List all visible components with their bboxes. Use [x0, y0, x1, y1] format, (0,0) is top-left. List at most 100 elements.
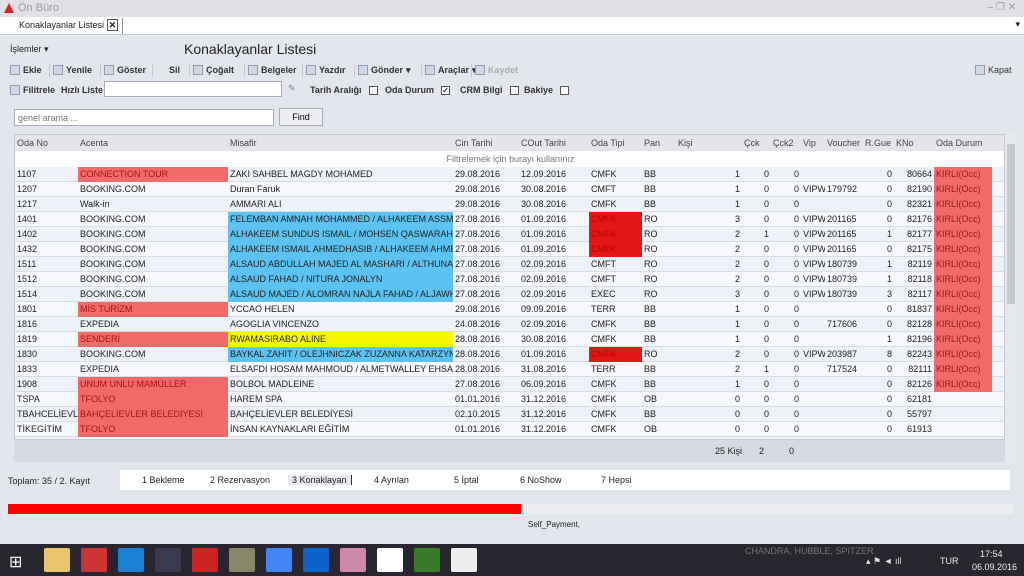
window-controls[interactable]: ‒ ❐ ✕: [988, 2, 1016, 13]
calculator-icon[interactable]: [377, 548, 403, 572]
clock-date[interactable]: 06.09.2016: [972, 562, 1017, 572]
table-row[interactable]: 1107 CONNECTION TOUR ZAKI SAHBEL MAGDY MOH…: [15, 167, 1004, 182]
save-button[interactable]: Kaydet: [475, 63, 518, 77]
language-indicator[interactable]: TUR: [940, 556, 959, 566]
quick-list-select[interactable]: [104, 81, 282, 97]
column-header[interactable]: Oda No: [17, 138, 48, 148]
footer-kisi: 25 Kişi: [714, 446, 742, 456]
tab-konaklayanlar[interactable]: Konaklayanlar Listesi ✕: [3, 18, 124, 34]
status-tab[interactable]: 2 Rezervasyon: [210, 475, 270, 485]
table-row[interactable]: 1511 BOOKING.COM ALSAUD ABDULLAH MAJED AL …: [15, 257, 1004, 272]
access-icon[interactable]: [192, 548, 218, 572]
app-red-icon[interactable]: [81, 548, 107, 572]
column-header[interactable]: Voucher: [827, 138, 860, 148]
column-header[interactable]: Acenta: [80, 138, 108, 148]
cell-oda-tipi: CMFK: [589, 227, 642, 242]
column-header[interactable]: Kişi: [678, 138, 693, 148]
table-row[interactable]: 1512 BOOKING.COM ALSAUD FAHAD / NITURA JON…: [15, 272, 1004, 287]
status-tab[interactable]: 7 Hepsi: [601, 475, 632, 485]
table-row[interactable]: 1801 MİS TURİZM YCCAO HELEN 29.08.2016 09.09…: [15, 302, 1004, 317]
cell-vip: VIPW: [803, 184, 825, 194]
table-row[interactable]: 1908 UNUM UNLU MAMÜLLER BOLBOL MADLEINE 27.…: [15, 377, 1004, 392]
cell--ck2: 0: [793, 334, 799, 344]
snipping-icon[interactable]: [340, 548, 366, 572]
column-header[interactable]: KNo: [896, 138, 914, 148]
camtasia-recorder-icon[interactable]: [451, 548, 477, 572]
table-row[interactable]: TBAHCELİEVL BAHÇELİEVLER BELEDİYESİ BAHÇEL…: [15, 407, 1004, 422]
start-icon[interactable]: ⊞: [9, 552, 22, 572]
cell-voucher: 717606: [827, 319, 858, 329]
status-tab[interactable]: 3 Konaklayan: [288, 475, 352, 485]
column-header[interactable]: Cin Tarihi: [455, 138, 492, 148]
status-tab[interactable]: 4 Ayrılan: [374, 475, 409, 485]
table-row[interactable]: TİKEGİTİM TFOLYO İNSAN KAYNAKLARI EĞİTİM 01…: [15, 422, 1004, 437]
clock-time[interactable]: 17:54: [980, 549, 1003, 559]
table-row[interactable]: 1432 BOOKING.COM ALHAKEEM ISMAIL AHMEDHASI…: [15, 242, 1004, 257]
show-button[interactable]: Göster: [104, 63, 146, 77]
table-row[interactable]: TSPA TFOLYO HAREM SPA 01.01.2016 31.12.2016…: [15, 392, 1004, 407]
table-row[interactable]: 1402 BOOKING.COM ALHAKEEM SUNDUS ISMAIL / …: [15, 227, 1004, 242]
cell-misafir: BOLBOL MADLEINE: [230, 379, 315, 389]
islemler-menu[interactable]: İşlemler ▾: [10, 44, 49, 55]
documents-button[interactable]: Belgeler: [248, 63, 297, 77]
crm-checkbox[interactable]: CRM Bilgi: [460, 83, 519, 97]
crm-check[interactable]: [509, 85, 519, 95]
print-button[interactable]: Yazdır: [306, 63, 346, 77]
status-tab[interactable]: 5 İptal: [454, 475, 479, 485]
column-header[interactable]: COut Tarihi: [521, 138, 566, 148]
duplicate-button[interactable]: Çoğalt: [193, 63, 234, 77]
date-range-check[interactable]: [368, 85, 378, 95]
room-status-check[interactable]: ✓: [441, 85, 451, 95]
close-tab-icon[interactable]: ✕: [106, 19, 119, 31]
table-row[interactable]: 1833 EXPEDIA ELSAFDI HOSAM MAHMOUD / ALMET…: [15, 362, 1004, 377]
room-status-checkbox[interactable]: Oda Durum ✓: [385, 83, 451, 97]
outlook-icon[interactable]: [303, 548, 329, 572]
column-header[interactable]: Oda Durum: [936, 138, 983, 148]
send-button[interactable]: Gönder ▾: [358, 63, 411, 77]
table-row[interactable]: 1401 BOOKING.COM FELEMBAN AMNAH MOHAMMED /…: [15, 212, 1004, 227]
scroll-thumb[interactable]: [1007, 144, 1015, 304]
chrome-icon[interactable]: [266, 548, 292, 572]
tools-icon[interactable]: [229, 548, 255, 572]
table-row[interactable]: 1217 Walk-in AMMARI ALI 29.08.2016 30.08.201…: [15, 197, 1004, 212]
title-bar: Ön Büro ‒ ❐ ✕: [0, 0, 1024, 17]
date-range-checkbox[interactable]: Tarih Aralığı: [310, 83, 378, 97]
edit-icon[interactable]: ✎: [288, 83, 296, 94]
progress-track: [8, 504, 1013, 514]
delete-button[interactable]: Sil: [156, 63, 180, 77]
column-header[interactable]: Misafir: [230, 138, 257, 148]
table-row[interactable]: 1816 EXPEDIA AGOGLIA VINCENZO 24.08.2016 02.…: [15, 317, 1004, 332]
camtasia-icon[interactable]: [414, 548, 440, 572]
file-explorer-icon[interactable]: [44, 548, 70, 572]
status-tab[interactable]: 1 Bekleme: [142, 475, 185, 485]
cell-voucher: [825, 422, 863, 437]
tools-button[interactable]: Araçlar ▾: [425, 63, 477, 77]
grid-filter-row[interactable]: Filtrelemek için burayı kullanınız: [15, 151, 1004, 167]
close-button[interactable]: Kapat: [975, 63, 1012, 77]
refresh-button[interactable]: Yenile: [53, 63, 92, 77]
table-row[interactable]: 1207 BOOKING.COM Duran Faruk 29.08.2016 30.0…: [15, 182, 1004, 197]
column-header[interactable]: Vip: [803, 138, 816, 148]
cell-oda-tipi: CMFK: [591, 199, 617, 209]
table-row[interactable]: 1830 BOOKING.COM BAYKAL ZAHIT / OLEJHNICZA…: [15, 347, 1004, 362]
find-button[interactable]: Find: [279, 108, 323, 126]
vertical-scrollbar[interactable]: [1005, 134, 1017, 463]
table-row[interactable]: 1819 SENDERİ RWAMASIRABO ALINE 28.08.2016 30…: [15, 332, 1004, 347]
balance-check[interactable]: [560, 85, 570, 95]
column-header[interactable]: R.Gue: [865, 138, 891, 148]
column-header[interactable]: Çck: [744, 138, 760, 148]
balance-checkbox[interactable]: Bakiye: [524, 83, 570, 97]
filter-button[interactable]: Filitrele: [10, 83, 55, 97]
tab-dropdown-icon[interactable]: ▾: [1015, 19, 1020, 30]
column-header[interactable]: Çck2: [773, 138, 794, 148]
teamviewer-icon[interactable]: [118, 548, 144, 572]
status-tab[interactable]: 6 NoShow: [520, 475, 562, 485]
search-input[interactable]: [14, 109, 274, 126]
column-header[interactable]: Pan: [644, 138, 660, 148]
column-header[interactable]: Oda Tipi: [591, 138, 625, 148]
cell-voucher: 717524: [827, 364, 858, 374]
add-button[interactable]: Ekle: [10, 63, 42, 77]
table-row[interactable]: 1514 BOOKING.COM ALSAUD MAJED / ALOMRAN NA…: [15, 287, 1004, 302]
tray-icons[interactable]: ▴ ⚑ ◄ ıll: [866, 556, 902, 567]
x-app-icon[interactable]: [155, 548, 181, 572]
